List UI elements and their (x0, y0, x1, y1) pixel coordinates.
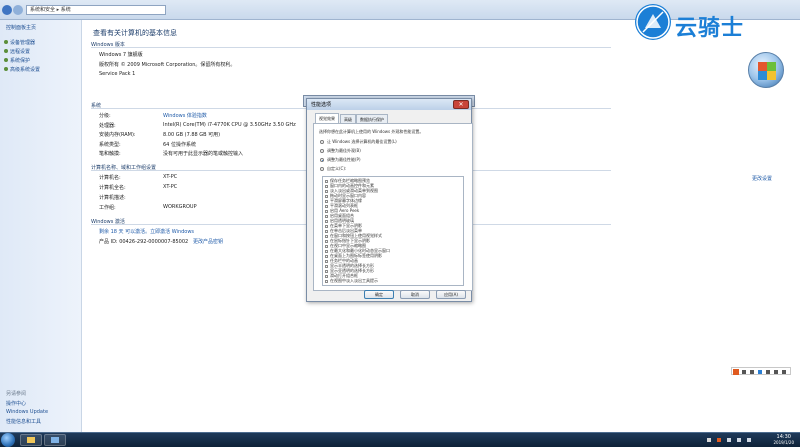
taskbar-app[interactable] (44, 434, 66, 446)
effects-list[interactable]: 保存任务栏缩略图预览 窗口内的动画控件和元素 淡入淡出或滑动菜单到视图 拖动时显… (322, 176, 464, 286)
shield-icon (4, 58, 8, 62)
radio-let-windows-choose[interactable] (320, 140, 324, 144)
network-icon[interactable] (726, 437, 732, 443)
address-field[interactable]: 系统和安全 ▸ 系统 (26, 5, 166, 15)
activate-link[interactable]: 剩余 18 天 可以激活。立即激活 Windows (99, 228, 194, 235)
sidebar-item-remote-settings[interactable]: 远程设置 (10, 48, 30, 55)
control-panel-home-link[interactable]: 控制面板主页 (6, 24, 36, 31)
radio-best-appearance[interactable] (320, 149, 324, 153)
dialog-titlebar[interactable] (307, 99, 471, 110)
copyright-text: 版权所有 © 2009 Microsoft Corporation。保留所有权利… (99, 62, 236, 68)
change-product-key-link[interactable]: 更改产品密钥 (193, 238, 223, 245)
windows-logo-icon (748, 52, 784, 88)
sidebar-item-system-protection[interactable]: 系统保护 (10, 57, 30, 64)
shield-icon (4, 67, 8, 71)
ime-icon[interactable] (746, 437, 752, 443)
rating-label: 分级: (99, 113, 111, 119)
dialog-title: 性能选项 (311, 102, 332, 108)
divider (91, 47, 611, 48)
radio-label: 调整为最佳外观(B) (327, 148, 361, 153)
shield-icon (4, 40, 8, 44)
full-name-label: 计算机全名: (99, 185, 126, 191)
change-settings-link[interactable]: 更改设置 (752, 175, 772, 182)
window-icon (51, 437, 59, 443)
checkbox[interactable] (325, 279, 328, 283)
service-pack: Service Pack 1 (99, 71, 136, 77)
page-title: 查看有关计算机的基本信息 (93, 29, 177, 37)
system-type-label: 系统类型: (99, 142, 121, 148)
clock[interactable]: 14:30 2019/1/20 (773, 434, 794, 446)
edition-name: Windows 7 旗舰版 (99, 52, 143, 58)
experience-index-link[interactable]: Windows 体验指数 (163, 112, 207, 119)
sidebar-item-device-manager[interactable]: 设备管理器 (10, 39, 35, 46)
radio-best-performance[interactable] (320, 158, 324, 162)
workgroup-value: WORKGROUP (163, 204, 197, 210)
radio-label: 让 Windows 选择计算机的最佳设置(L) (327, 139, 397, 144)
performance-options-dialog: 性能选项 ✕ 视觉效果 高级 数据执行保护 选择你想在此计算机上使用的 Wind… (306, 98, 473, 302)
taskbar: 14:30 2019/1/20 (0, 432, 800, 447)
processor-value: Intel(R) Core(TM) i7-4770K CPU @ 3.50GHz… (163, 122, 296, 128)
radio-label: 自定义(C): (327, 166, 347, 171)
security-icon[interactable] (716, 437, 722, 443)
apply-button[interactable]: 应用(A) (436, 290, 466, 299)
sidebar-item-advanced-settings[interactable]: 高级系统设置 (10, 66, 40, 73)
tab-dep[interactable]: 数据执行保护 (356, 114, 388, 123)
tab-visual-effects[interactable]: 视觉效果 (315, 113, 339, 123)
shield-icon (4, 49, 8, 53)
see-also-action-center[interactable]: 操作中心 (6, 400, 26, 407)
ime-toolbar[interactable] (731, 367, 791, 375)
see-also-windows-update[interactable]: Windows Update (6, 409, 48, 415)
ime-icons (733, 369, 786, 375)
see-also-heading: 另请参阅 (6, 391, 27, 397)
radio-label: 调整为最佳性能(P) (327, 157, 361, 162)
knight-icon (635, 4, 671, 40)
close-button[interactable]: ✕ (453, 100, 469, 109)
brand-logo: 云骑士 (635, 4, 795, 44)
taskbar-explorer[interactable] (20, 434, 42, 446)
address-path: 系统和安全 ▸ 系统 (30, 7, 71, 13)
product-id: 产品 ID: 00426-292-0000007-85002 (99, 239, 189, 245)
flag-icon[interactable] (706, 437, 712, 443)
description-label: 计算机描述: (99, 195, 126, 201)
radio-custom[interactable] (320, 167, 324, 171)
brand-name: 云骑士 (675, 16, 745, 41)
computer-name-value: XT-PC (163, 174, 178, 180)
pen-touch-label: 笔和触摸: (99, 151, 121, 157)
close-icon: ✕ (458, 101, 464, 108)
pen-touch-value: 没有可用于此显示器的笔或触控输入 (163, 151, 244, 157)
see-also-performance-tools[interactable]: 性能信息和工具 (6, 418, 41, 425)
ram-value: 8.00 GB (7.88 GB 可用) (163, 132, 221, 138)
sidebar: 控制面板主页 设备管理器 远程设置 系统保护 高级系统设置 另请参阅 操作中心 … (0, 20, 82, 432)
intro-text: 选择你想在此计算机上使用的 Windows 外观和性能设置。 (319, 129, 424, 134)
ram-label: 安装内存(RAM): (99, 132, 136, 138)
forward-button[interactable] (13, 5, 23, 15)
full-name-value: XT-PC (163, 184, 178, 190)
effect-item[interactable]: 在视图中淡入淡出工具提示 (325, 278, 378, 284)
folder-icon (27, 437, 35, 443)
start-button[interactable] (1, 433, 15, 447)
clock-date: 2019/1/20 (773, 440, 794, 445)
ok-button[interactable]: 确定 (364, 290, 394, 299)
volume-icon[interactable] (736, 437, 742, 443)
system-type-value: 64 位操作系统 (163, 142, 196, 148)
processor-label: 处理器: (99, 123, 116, 129)
workgroup-label: 工作组: (99, 205, 116, 211)
visual-effects-panel: 选择你想在此计算机上使用的 Windows 外观和性能设置。 让 Windows… (313, 123, 473, 291)
back-button[interactable] (2, 5, 12, 15)
cancel-button[interactable]: 取消 (400, 290, 430, 299)
tab-advanced[interactable]: 高级 (340, 114, 356, 123)
computer-name-label: 计算机名: (99, 175, 121, 181)
